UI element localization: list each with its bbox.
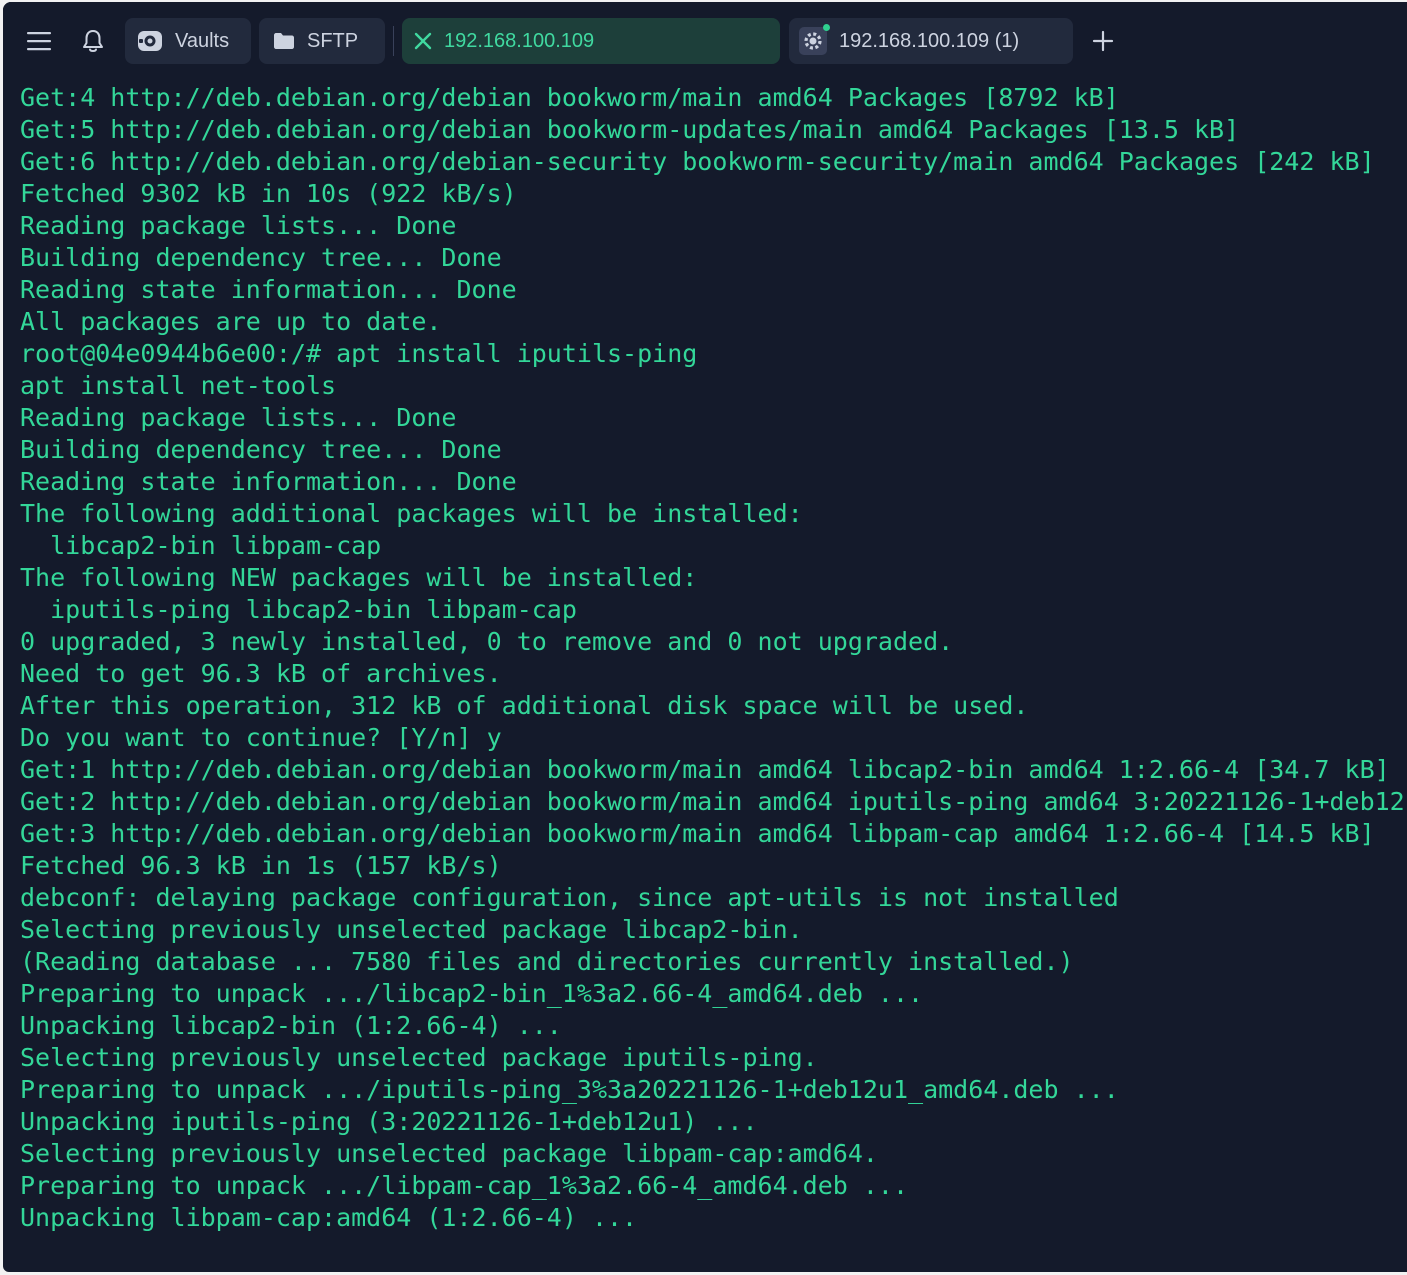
- terminal-line: (Reading database ... 7580 files and dir…: [20, 947, 1074, 976]
- vaults-label: Vaults: [175, 29, 230, 52]
- terminal-line: Preparing to unpack .../libpam-cap_1%3a2…: [20, 1171, 909, 1200]
- bell-icon[interactable]: [75, 18, 111, 64]
- folder-icon: [273, 32, 295, 50]
- terminal-line: 0 upgraded, 3 newly installed, 0 to remo…: [20, 627, 954, 656]
- terminal-line: Get:1 http://deb.debian.org/debian bookw…: [20, 755, 1390, 784]
- terminal-line: iputils-ping libcap2-bin libpam-cap: [20, 595, 577, 624]
- tab-second-label: 192.168.100.109 (1): [839, 29, 1020, 52]
- terminal-line: All packages are up to date.: [20, 307, 442, 336]
- plus-icon[interactable]: [1085, 18, 1121, 64]
- terminal-line: Get:5 http://deb.debian.org/debian bookw…: [20, 115, 1240, 144]
- tab-bar: Vaults SFTP 192.168.100.109 192.168.100.…: [3, 2, 1407, 80]
- vault-icon: [137, 30, 163, 52]
- vaults-button[interactable]: Vaults: [125, 18, 251, 64]
- terminal-line: Selecting previously unselected package …: [20, 1139, 878, 1168]
- terminal-line: After this operation, 312 kB of addition…: [20, 691, 1029, 720]
- terminal-line: Need to get 96.3 kB of archives.: [20, 659, 502, 688]
- hamburger-icon[interactable]: [21, 18, 57, 64]
- terminal-line: Building dependency tree... Done: [20, 435, 502, 464]
- terminal-line: libcap2-bin libpam-cap: [20, 531, 382, 560]
- sftp-button[interactable]: SFTP: [259, 18, 385, 64]
- terminal-line: Fetched 96.3 kB in 1s (157 kB/s): [20, 851, 502, 880]
- terminal-line: Get:6 http://deb.debian.org/debian-secur…: [20, 147, 1375, 176]
- terminal-line: Preparing to unpack .../iputils-ping_3%3…: [20, 1075, 1119, 1104]
- terminal-line: Reading package lists... Done: [20, 211, 457, 240]
- terminal-app-window: Vaults SFTP 192.168.100.109 192.168.100.…: [3, 2, 1407, 1272]
- terminal-line: Preparing to unpack .../libcap2-bin_1%3a…: [20, 979, 924, 1008]
- terminal-line: Get:3 http://deb.debian.org/debian bookw…: [20, 819, 1375, 848]
- terminal-output[interactable]: Get:4 http://deb.debian.org/debian bookw…: [20, 82, 1407, 1262]
- terminal-line: Reading state information... Done: [20, 467, 517, 496]
- terminal-line: Get:2 http://deb.debian.org/debian bookw…: [20, 787, 1407, 816]
- terminal-line: Unpacking libpam-cap:amd64 (1:2.66-4) ..…: [20, 1203, 638, 1232]
- terminal-line: Reading state information... Done: [20, 275, 517, 304]
- terminal-line: Unpacking libcap2-bin (1:2.66-4) ...: [20, 1011, 562, 1040]
- tab-active-label: 192.168.100.109: [444, 29, 595, 52]
- terminal-line: Unpacking iputils-ping (3:20221126-1+deb…: [20, 1107, 758, 1136]
- tab-second-host[interactable]: 192.168.100.109 (1): [789, 18, 1073, 64]
- terminal-line: Building dependency tree... Done: [20, 243, 502, 272]
- terminal-line: Selecting previously unselected package …: [20, 1043, 818, 1072]
- terminal-line: Get:4 http://deb.debian.org/debian bookw…: [20, 83, 1119, 112]
- connected-status-dot: [823, 24, 830, 31]
- close-icon[interactable]: [414, 32, 432, 50]
- terminal-line: apt install net-tools: [20, 371, 337, 400]
- terminal-line: Fetched 9302 kB in 10s (922 kB/s): [20, 179, 517, 208]
- sftp-label: SFTP: [307, 29, 359, 52]
- terminal-line: Do you want to continue? [Y/n] y: [20, 723, 502, 752]
- terminal-line: Reading package lists... Done: [20, 403, 457, 432]
- terminal-line: The following NEW packages will be insta…: [20, 563, 698, 592]
- tab-active-host[interactable]: 192.168.100.109: [402, 18, 780, 64]
- tab-divider: [393, 26, 394, 56]
- terminal-line: The following additional packages will b…: [20, 499, 803, 528]
- server-gear-icon: [799, 24, 830, 55]
- terminal-line: Selecting previously unselected package …: [20, 915, 803, 944]
- terminal-line: debconf: delaying package configuration,…: [20, 883, 1119, 912]
- terminal-line: root@04e0944b6e00:/# apt install iputils…: [20, 339, 698, 368]
